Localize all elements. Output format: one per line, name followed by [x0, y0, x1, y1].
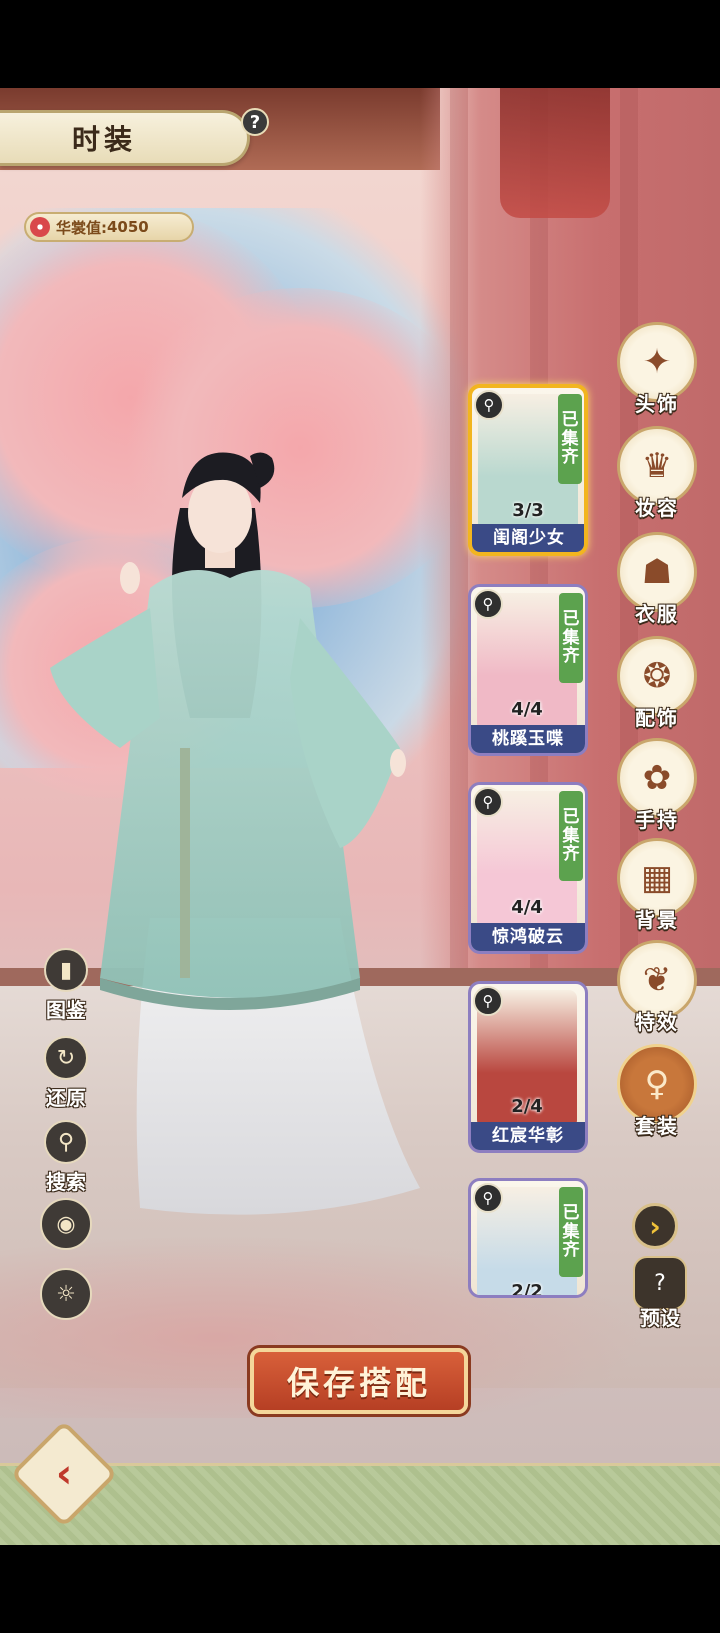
- zoom-icon[interactable]: ⚲: [474, 390, 504, 420]
- question-icon: ?: [249, 111, 261, 133]
- outfit-count: 2/2: [511, 1281, 543, 1298]
- outfit-count: 3/3: [512, 500, 544, 521]
- lantern: [500, 88, 610, 218]
- tool-search-button[interactable]: ⚲ 搜索: [36, 1120, 96, 1195]
- preset-label: 预设: [640, 1306, 680, 1330]
- category-handheld[interactable]: ✿ 手持: [612, 738, 702, 833]
- category-label: 头饰: [635, 392, 679, 416]
- tool-label: 搜索: [46, 1170, 86, 1194]
- category-label: 特效: [635, 1010, 679, 1034]
- outfit-card[interactable]: ⚲ 2/4 红宸华彰: [468, 981, 588, 1153]
- outfit-card[interactable]: ⚲ 已集齐 4/4 桃蹊玉喋: [468, 584, 588, 756]
- zoom-icon[interactable]: ⚲: [473, 787, 503, 817]
- day-night-icon: ☼: [40, 1268, 92, 1320]
- preset-button[interactable]: ? 预设: [628, 1256, 692, 1331]
- character-model[interactable]: [40, 418, 420, 1268]
- category-label: 背景: [635, 908, 679, 932]
- outfit-card[interactable]: ⚲ 已集齐 4/4 惊鸿破云: [468, 782, 588, 954]
- zoom-icon[interactable]: ⚲: [473, 589, 503, 619]
- eye-icon: ◉: [40, 1198, 92, 1250]
- category-accessory[interactable]: ❂ 配饰: [612, 636, 702, 731]
- category-label: 套装: [635, 1114, 679, 1138]
- collected-badge: 已集齐: [559, 1187, 583, 1277]
- outfit-name: 闺阁少女: [472, 524, 584, 552]
- page-title: 时装: [72, 123, 137, 156]
- category-suit[interactable]: ♀ 套装: [612, 1044, 702, 1139]
- help-button[interactable]: ?: [241, 108, 269, 136]
- category-label: 妆容: [635, 496, 679, 520]
- game-screen: 时装 ? 华裳值: 4050 ▮ 图鉴 ↻ 还原 ⚲ 搜索 ◉ ☼ ⚲ 已集齐 3/…: [0, 88, 720, 1545]
- tool-day-night-button[interactable]: ☼: [36, 1268, 96, 1320]
- save-outfit-button[interactable]: 保存搭配: [250, 1348, 468, 1414]
- outfit-count: 4/4: [511, 699, 543, 720]
- book-icon: ▮: [44, 948, 88, 992]
- outfit-value-label: 华裳值:: [56, 218, 107, 237]
- outfit-card[interactable]: ⚲ 已集齐 2/2: [468, 1178, 588, 1298]
- next-page-button[interactable]: ›: [632, 1203, 678, 1249]
- outfit-name: 红宸华彰: [471, 1122, 585, 1150]
- tool-label: 还原: [46, 1086, 86, 1110]
- zoom-icon[interactable]: ⚲: [473, 1183, 503, 1213]
- curtain-fold: [450, 88, 468, 1078]
- outfit-count: 2/4: [511, 1096, 543, 1117]
- category-headwear[interactable]: ✦ 头饰: [612, 322, 702, 417]
- save-outfit-label: 保存搭配: [286, 1364, 431, 1402]
- collected-badge: 已集齐: [559, 593, 583, 683]
- zoom-icon[interactable]: ⚲: [473, 986, 503, 1016]
- outfit-count: 4/4: [511, 897, 543, 918]
- collected-badge: 已集齐: [558, 394, 582, 484]
- chevron-right-icon: ›: [649, 1209, 661, 1243]
- outfit-name: 桃蹊玉喋: [471, 725, 585, 753]
- category-effect[interactable]: ❦ 特效: [612, 940, 702, 1035]
- restore-icon: ↻: [44, 1036, 88, 1080]
- category-label: 配饰: [635, 706, 679, 730]
- outfit-value-badge: 华裳值: 4050: [24, 212, 194, 242]
- tool-collection-button[interactable]: ▮ 图鉴: [36, 948, 96, 1023]
- category-background[interactable]: ▦ 背景: [612, 838, 702, 933]
- search-icon: ⚲: [44, 1120, 88, 1164]
- outfit-value: 4050: [107, 218, 149, 236]
- tool-restore-button[interactable]: ↻ 还原: [36, 1036, 96, 1111]
- category-label: 手持: [635, 808, 679, 832]
- tool-hide-ui-button[interactable]: ◉: [36, 1198, 96, 1250]
- outfit-name: 惊鸿破云: [471, 923, 585, 951]
- outfit-card[interactable]: ⚲ 已集齐 3/3 闺阁少女: [468, 384, 588, 556]
- back-arrow-icon: ‹: [55, 1450, 73, 1497]
- flower-icon: [30, 217, 50, 237]
- collected-badge: 已集齐: [559, 791, 583, 881]
- category-label: 衣服: [635, 602, 679, 626]
- category-makeup[interactable]: ♛ 妆容: [612, 426, 702, 521]
- tool-label: 图鉴: [46, 998, 86, 1022]
- category-clothing[interactable]: ☗ 衣服: [612, 532, 702, 627]
- title-banner: 时装: [0, 110, 250, 166]
